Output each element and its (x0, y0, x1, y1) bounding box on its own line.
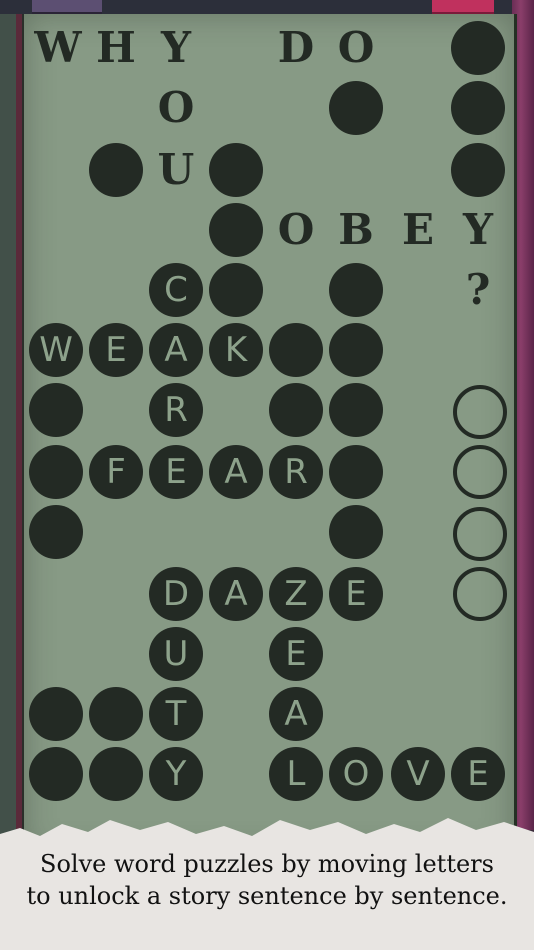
blocker-dot (89, 143, 143, 197)
bookmark-tab-right (432, 0, 494, 14)
blocker-dot (451, 143, 505, 197)
typed-letter: H (96, 23, 136, 72)
letter-tile[interactable]: Y (149, 747, 203, 801)
typed-letter: O (277, 205, 315, 254)
blocker-dot (451, 21, 505, 75)
letter-tile[interactable]: E (329, 567, 383, 621)
puzzle-board: W H Y D O O U O B E Y ? C W E A K R F E … (22, 14, 517, 854)
blocker-dot (329, 323, 383, 377)
letter-tile[interactable]: U (149, 627, 203, 681)
letter-tile[interactable]: K (209, 323, 263, 377)
blocker-dot (29, 445, 83, 499)
blocker-dot (329, 383, 383, 437)
letter-tile[interactable]: A (269, 687, 323, 741)
blocker-dot (269, 323, 323, 377)
blocker-dot (89, 687, 143, 741)
typed-letter: ? (465, 265, 491, 314)
empty-letter-slot[interactable] (453, 567, 507, 621)
letter-tile[interactable]: O (329, 747, 383, 801)
empty-letter-slot[interactable] (453, 445, 507, 499)
blocker-dot (209, 203, 263, 257)
letter-tile[interactable]: A (149, 323, 203, 377)
typed-letter: B (338, 205, 374, 254)
blocker-dot (269, 383, 323, 437)
blocker-dot (329, 445, 383, 499)
letter-tile[interactable]: R (269, 445, 323, 499)
letter-tile[interactable]: W (29, 323, 83, 377)
letter-tile[interactable]: E (149, 445, 203, 499)
blocker-dot (29, 747, 83, 801)
letter-tile[interactable]: E (451, 747, 505, 801)
blocker-dot (29, 505, 83, 559)
typed-letter: D (277, 23, 315, 72)
blocker-dot (329, 505, 383, 559)
empty-letter-slot[interactable] (453, 507, 507, 561)
bookmark-tab-left (32, 0, 102, 14)
letter-tile[interactable]: E (269, 627, 323, 681)
letter-tile[interactable]: C (149, 263, 203, 317)
caption-line-1: Solve word puzzles by moving letters (40, 850, 494, 878)
letter-tile[interactable]: T (149, 687, 203, 741)
blocker-dot (209, 143, 263, 197)
typed-letter: E (401, 205, 434, 254)
blocker-dot (89, 747, 143, 801)
promo-caption: Solve word puzzles by moving letters to … (0, 848, 534, 912)
letter-tile[interactable]: A (209, 567, 263, 621)
typed-letter: O (337, 23, 375, 72)
blocker-dot (451, 81, 505, 135)
typed-letter: U (157, 145, 195, 194)
blocker-dot (29, 687, 83, 741)
letter-tile[interactable]: D (149, 567, 203, 621)
letter-tile[interactable]: V (391, 747, 445, 801)
letter-tile[interactable]: Z (269, 567, 323, 621)
letter-tile[interactable]: A (209, 445, 263, 499)
typed-letter: Y (463, 205, 493, 254)
letter-tile[interactable]: F (89, 445, 143, 499)
caption-line-2: to unlock a story sentence by sentence. (26, 882, 508, 910)
blocker-dot (209, 263, 263, 317)
blocker-dot (329, 81, 383, 135)
typed-letter: O (157, 83, 195, 132)
blocker-dot (329, 263, 383, 317)
empty-letter-slot[interactable] (453, 385, 507, 439)
typed-letter: W (34, 23, 82, 72)
letter-tile[interactable]: L (269, 747, 323, 801)
letter-tile[interactable]: R (149, 383, 203, 437)
letter-tile[interactable]: E (89, 323, 143, 377)
blocker-dot (29, 383, 83, 437)
typed-letter: Y (161, 23, 191, 72)
